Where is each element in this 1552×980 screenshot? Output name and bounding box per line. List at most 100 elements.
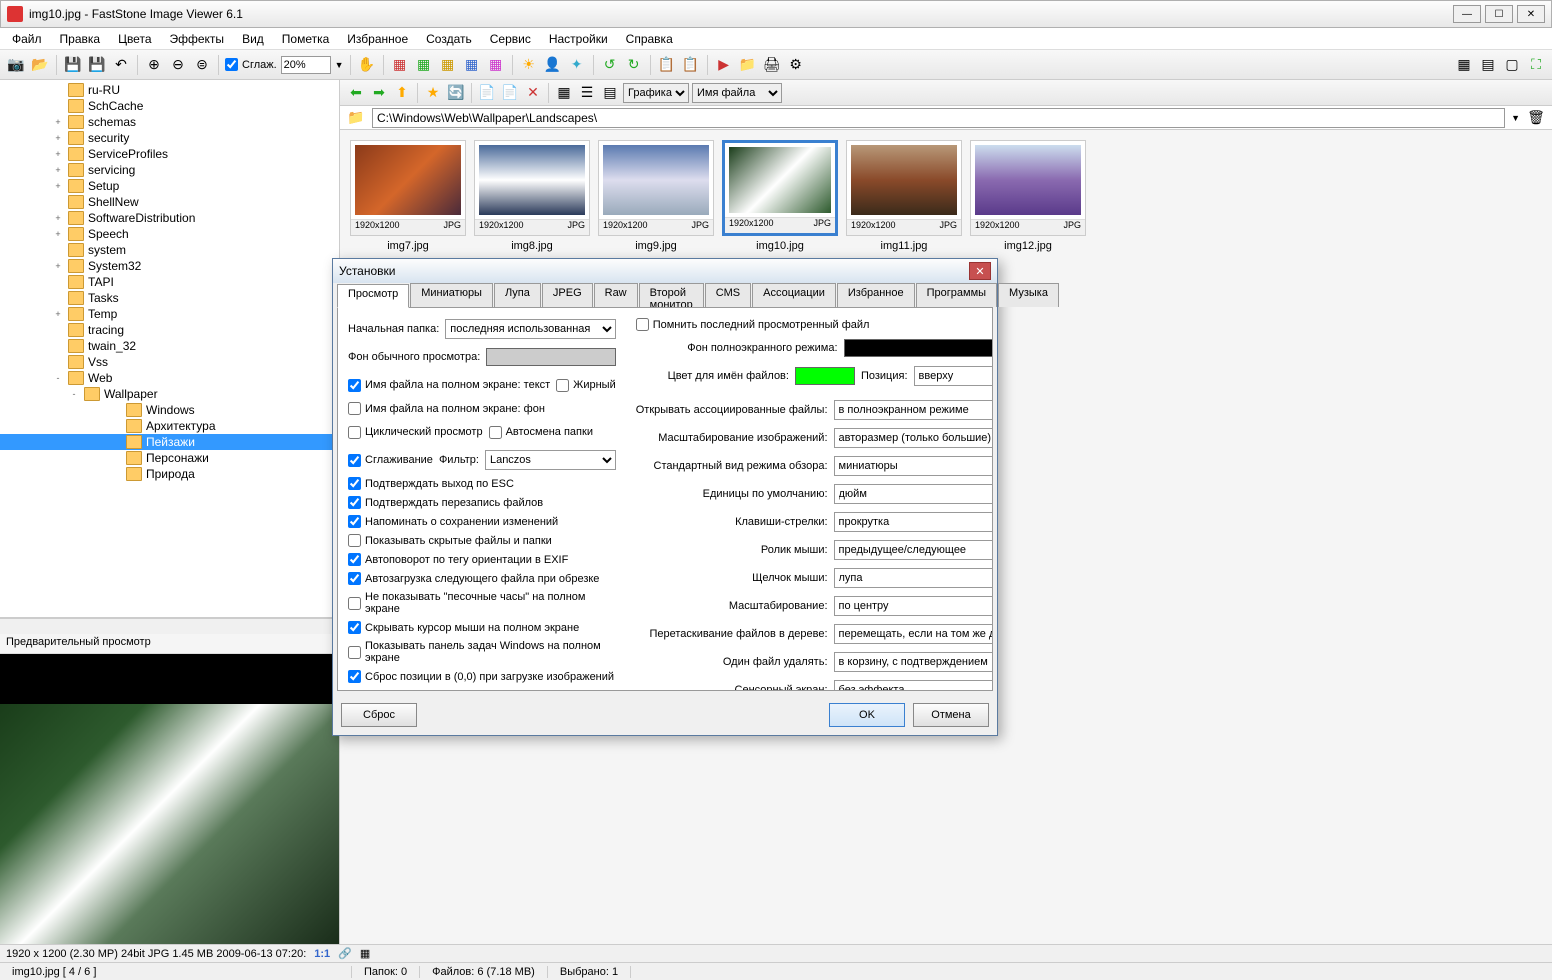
folder-tree[interactable]: ru-RUSchCache+schemas+security+ServicePr… — [0, 80, 339, 618]
nav-fwd-icon[interactable]: ➡ — [369, 83, 389, 103]
zoom-input[interactable] — [281, 56, 331, 74]
menu-Правка[interactable]: Правка — [52, 30, 109, 48]
smoothing-checkbox[interactable]: Сглаживание — [348, 454, 433, 467]
menu-Создать[interactable]: Создать — [418, 30, 480, 48]
saveas-icon[interactable]: 💾 — [87, 55, 107, 75]
rotate-left-icon[interactable]: ↺ — [600, 55, 620, 75]
tree-item-SchCache[interactable]: SchCache — [0, 98, 339, 114]
thumb-img9.jpg[interactable]: 1920x1200JPGimg9.jpg — [598, 140, 714, 252]
show-taskbar-checkbox[interactable]: Показывать панель задач Windows на полно… — [348, 640, 616, 664]
hide-cursor-checkbox[interactable]: Скрывать курсор мыши на полном экране — [348, 621, 616, 634]
tab-Просмотр[interactable]: Просмотр — [337, 284, 409, 308]
delete-select[interactable]: в корзину, с подтверждением — [834, 652, 993, 672]
undo-icon[interactable]: ↶ — [111, 55, 131, 75]
tree-item-servicing[interactable]: +servicing — [0, 162, 339, 178]
thumb-img8.jpg[interactable]: 1920x1200JPGimg8.jpg — [474, 140, 590, 252]
tool1-icon[interactable]: ▦ — [390, 55, 410, 75]
viewmode1-icon[interactable]: ▦ — [554, 83, 574, 103]
info-icon1[interactable]: 🔗 — [338, 947, 352, 960]
nav-up-icon[interactable]: ⬆ — [392, 83, 412, 103]
remember-last-checkbox[interactable]: Помнить последний просмотренный файл — [636, 318, 993, 331]
nav-back-icon[interactable]: ⬅ — [346, 83, 366, 103]
no-hourglass-checkbox[interactable]: Не показывать "песочные часы" на полном … — [348, 591, 616, 615]
tree-item-Vss[interactable]: Vss — [0, 354, 339, 370]
remind-save-checkbox[interactable]: Напоминать о сохранении изменений — [348, 515, 616, 528]
view3-icon[interactable]: ▢ — [1502, 55, 1522, 75]
thumb-img12.jpg[interactable]: 1920x1200JPGimg12.jpg — [970, 140, 1086, 252]
tab-Программы[interactable]: Программы — [916, 283, 997, 307]
tree-item-schemas[interactable]: +schemas — [0, 114, 339, 130]
view1-icon[interactable]: ▦ — [1454, 55, 1474, 75]
info-icon2[interactable]: ▦ — [360, 947, 370, 960]
fullname-bg-checkbox[interactable]: Имя файла на полном экране: фон — [348, 402, 616, 415]
zoomout-icon[interactable]: ⊖ — [168, 55, 188, 75]
sun-icon[interactable]: ☀ — [519, 55, 539, 75]
view2-icon[interactable]: ▤ — [1478, 55, 1498, 75]
tree-item-system[interactable]: system — [0, 242, 339, 258]
pos-select[interactable]: вверху — [914, 366, 993, 386]
tab-Второй монитор[interactable]: Второй монитор — [639, 283, 704, 307]
filter-select[interactable]: Lanczos — [485, 450, 616, 470]
tree-item-twain_32[interactable]: twain_32 — [0, 338, 339, 354]
confirm-overwrite-checkbox[interactable]: Подтверждать перезапись файлов — [348, 496, 616, 509]
auto-rotate-checkbox[interactable]: Автоповорот по тегу ориентации в EXIF — [348, 553, 616, 566]
tree-item-Temp[interactable]: +Temp — [0, 306, 339, 322]
open-assoc-select[interactable]: в полноэкранном режиме — [834, 400, 993, 420]
dialog-titlebar[interactable]: Установки ✕ — [333, 259, 997, 283]
zoom-select[interactable]: по центру — [834, 596, 993, 616]
tree-item-System32[interactable]: +System32 — [0, 258, 339, 274]
show-hidden-checkbox[interactable]: Показывать скрытые файлы и папки — [348, 534, 616, 547]
tool3-icon[interactable]: ▦ — [438, 55, 458, 75]
tree-item-TAPI[interactable]: TAPI — [0, 274, 339, 290]
delete-icon[interactable]: ✕ — [523, 83, 543, 103]
thumb-img10.jpg[interactable]: 1920x1200JPGimg10.jpg — [722, 140, 838, 252]
tab-Raw[interactable]: Raw — [594, 283, 638, 307]
person-icon[interactable]: 👤 — [543, 55, 563, 75]
save-icon[interactable]: 💾 — [63, 55, 83, 75]
tree-item-Web[interactable]: -Web — [0, 370, 339, 386]
menu-Эффекты[interactable]: Эффекты — [162, 30, 233, 48]
sort-select[interactable]: Имя файла — [692, 83, 782, 103]
wheel-select[interactable]: предыдущее/следующее — [834, 540, 993, 560]
zoomfit-icon[interactable]: ⊜ — [192, 55, 212, 75]
tab-Лупа[interactable]: Лупа — [494, 283, 541, 307]
tree-item-security[interactable]: +security — [0, 130, 339, 146]
tree-item-Windows[interactable]: Windows — [0, 402, 339, 418]
menu-Файл[interactable]: Файл — [4, 30, 50, 48]
tab-Музыка[interactable]: Музыка — [998, 283, 1059, 307]
rotate-right-icon[interactable]: ↻ — [624, 55, 644, 75]
tree-item-ru-RU[interactable]: ru-RU — [0, 82, 339, 98]
move-icon[interactable]: 📄 — [500, 83, 520, 103]
tree-item-Пейзажи[interactable]: Пейзажи — [0, 434, 339, 450]
tree-item-Speech[interactable]: +Speech — [0, 226, 339, 242]
tab-JPEG[interactable]: JPEG — [542, 283, 593, 307]
tree-scrollbar-h[interactable] — [0, 618, 339, 634]
folder2-icon[interactable]: 📁 — [738, 55, 758, 75]
print-icon[interactable]: 🖨 — [762, 55, 782, 75]
bg-full-swatch[interactable] — [844, 339, 993, 357]
drag-select[interactable]: перемещать, если на том же диске — [834, 624, 993, 644]
tool2-icon[interactable]: ▦ — [414, 55, 434, 75]
fullscreen-icon[interactable]: ⛶ — [1526, 55, 1546, 75]
open-icon[interactable]: 📂 — [30, 55, 50, 75]
color-names-swatch[interactable] — [795, 367, 855, 385]
autochange-checkbox[interactable]: Автосмена папки — [489, 426, 593, 439]
tool4-icon[interactable]: ▦ — [462, 55, 482, 75]
start-folder-select[interactable]: последняя использованная — [445, 319, 615, 339]
tree-item-ShellNew[interactable]: ShellNew — [0, 194, 339, 210]
std-view-select[interactable]: миниатюры — [834, 456, 993, 476]
cancel-button[interactable]: Отмена — [913, 703, 989, 727]
zoomin-icon[interactable]: ⊕ — [144, 55, 164, 75]
copy-icon[interactable]: 📄 — [477, 83, 497, 103]
tree-item-Природа[interactable]: Природа — [0, 466, 339, 482]
touch-select[interactable]: без эффекта — [834, 680, 993, 691]
bold-checkbox[interactable]: Жирный — [556, 379, 616, 392]
loop-checkbox[interactable]: Циклический просмотр — [348, 426, 483, 439]
ok-button[interactable]: OK — [829, 703, 905, 727]
smooth-checkbox[interactable]: Сглаж. — [225, 58, 277, 71]
confirm-esc-checkbox[interactable]: Подтверждать выход по ESC — [348, 477, 616, 490]
autoload-crop-checkbox[interactable]: Автозагрузка следующего файла при обрезк… — [348, 572, 616, 585]
tab-CMS[interactable]: CMS — [705, 283, 751, 307]
tree-item-Setup[interactable]: +Setup — [0, 178, 339, 194]
acquire-icon[interactable]: 📷 — [6, 55, 26, 75]
